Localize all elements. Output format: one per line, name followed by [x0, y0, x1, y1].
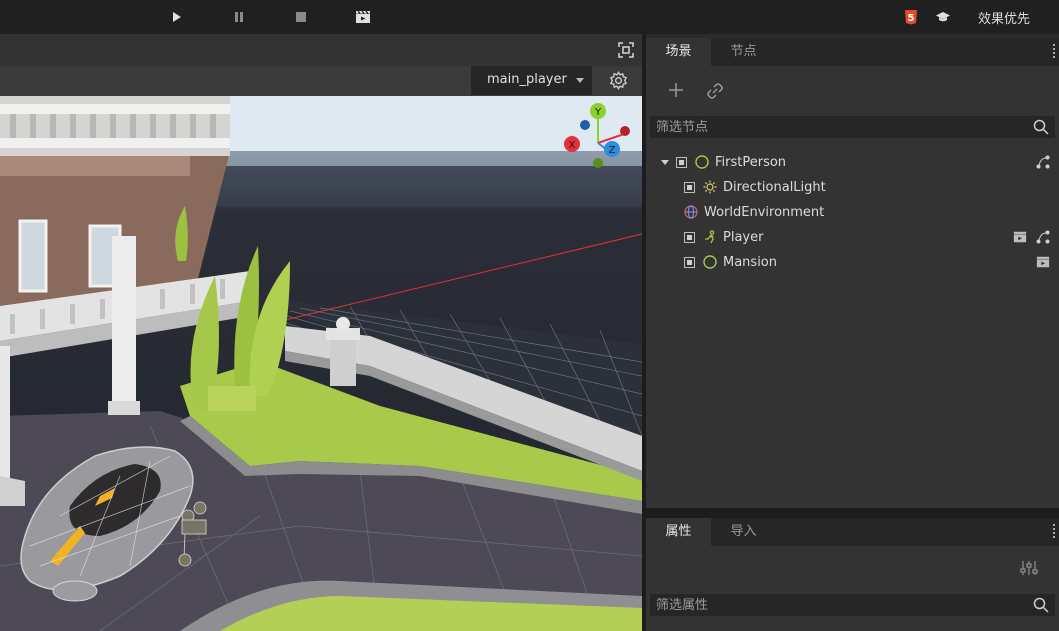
- node-label: FirstPerson: [715, 154, 787, 170]
- visibility-toggle[interactable]: [684, 256, 695, 268]
- sun-icon: [703, 180, 717, 194]
- fullscreen-icon[interactable]: [618, 42, 634, 62]
- 3d-scene-view[interactable]: Y X Z: [0, 96, 642, 631]
- clapperboard-icon[interactable]: [1013, 230, 1027, 248]
- play-icon[interactable]: [166, 7, 186, 27]
- camera-select-label: main_player: [487, 72, 567, 87]
- chevron-down-icon: [576, 78, 584, 83]
- tab-import[interactable]: 导入: [711, 518, 776, 546]
- node-filter-input[interactable]: [650, 116, 1026, 138]
- tree-node-worldenvironment[interactable]: WorldEnvironment: [684, 200, 824, 224]
- panel-menu-icon[interactable]: [1053, 524, 1057, 538]
- viewport-toolbar: main_player: [0, 66, 642, 96]
- tree-node-directionallight[interactable]: DirectionalLight: [684, 175, 826, 199]
- node-label: Mansion: [723, 254, 777, 270]
- panel-splitter[interactable]: [646, 508, 1059, 518]
- tab-properties[interactable]: 属性: [646, 518, 711, 546]
- node-label: Player: [723, 229, 764, 245]
- html5-icon[interactable]: 5: [901, 7, 921, 27]
- viewport-panel: main_player Y X Z: [0, 34, 642, 631]
- property-filter-input[interactable]: [650, 594, 1026, 616]
- property-filter[interactable]: [650, 594, 1055, 616]
- collapse-arrow-icon[interactable]: [660, 157, 670, 167]
- inspector-panel: 属性 导入: [646, 518, 1059, 631]
- scene-render: Y X Z: [0, 96, 642, 631]
- node-filter[interactable]: [650, 116, 1055, 138]
- circle-node-icon: [695, 155, 709, 169]
- camera-select[interactable]: main_player: [471, 66, 592, 95]
- person-icon: [703, 230, 717, 244]
- tree-node-player[interactable]: Player: [684, 225, 763, 249]
- clapperboard-icon[interactable]: [1036, 255, 1050, 273]
- circle-node-icon: [703, 255, 717, 269]
- stop-icon[interactable]: [291, 7, 311, 27]
- graduation-cap-icon[interactable]: [933, 7, 953, 27]
- scene-panel: 场景 节点 FirstPerson DirectionalLight World…: [646, 38, 1059, 508]
- link-icon[interactable]: [706, 82, 724, 104]
- svg-text:X: X: [569, 140, 576, 151]
- visibility-toggle[interactable]: [676, 156, 687, 168]
- top-toolbar: 5 效果优先: [0, 0, 1059, 34]
- visibility-toggle[interactable]: [684, 181, 695, 193]
- script-graph-icon[interactable]: [1036, 155, 1050, 173]
- add-node-icon[interactable]: [668, 82, 684, 102]
- gear-icon[interactable]: [609, 71, 628, 94]
- svg-text:5: 5: [908, 13, 915, 24]
- scene-panel-tabs: 场景 节点: [646, 38, 1059, 66]
- visibility-toggle[interactable]: [684, 231, 695, 243]
- svg-text:Z: Z: [609, 145, 616, 156]
- node-label: DirectionalLight: [723, 179, 826, 195]
- search-icon: [1033, 119, 1049, 139]
- globe-icon: [684, 205, 698, 219]
- pause-icon[interactable]: [229, 7, 249, 27]
- tree-node-mansion[interactable]: Mansion: [684, 250, 777, 274]
- script-graph-icon[interactable]: [1036, 230, 1050, 248]
- viewport-header: [0, 34, 642, 66]
- inspector-tabs: 属性 导入: [646, 518, 1059, 546]
- render-quality-select[interactable]: 效果优先: [978, 8, 1030, 27]
- svg-text:Y: Y: [594, 107, 602, 118]
- tab-nodes[interactable]: 节点: [711, 38, 776, 66]
- tab-scene[interactable]: 场景: [646, 38, 711, 66]
- panel-menu-icon[interactable]: [1053, 44, 1057, 58]
- tree-node-firstperson[interactable]: FirstPerson: [660, 150, 786, 174]
- sliders-icon[interactable]: [1020, 560, 1038, 580]
- clapperboard-icon[interactable]: [353, 7, 373, 27]
- search-icon: [1033, 597, 1049, 617]
- node-label: WorldEnvironment: [704, 204, 825, 220]
